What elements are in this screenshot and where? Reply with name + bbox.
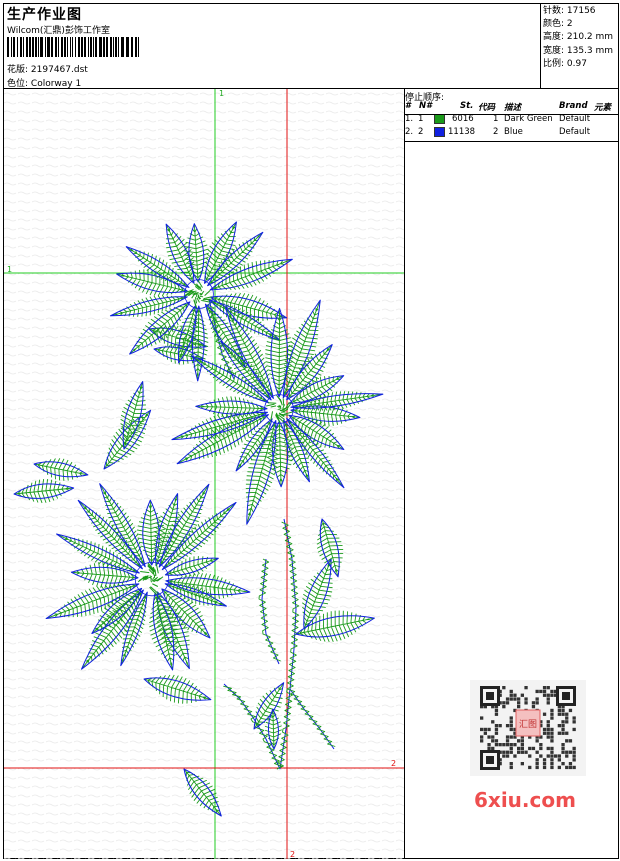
table-header-row: # N# St. 代码 描述 Brand 元素 bbox=[404, 101, 619, 114]
table-header-separator bbox=[404, 114, 619, 115]
row-desc: Dark Green bbox=[504, 114, 553, 124]
table-row: 2. 2 11138 2 Blue Default bbox=[404, 127, 619, 140]
guide-label-red-right: 2 bbox=[391, 759, 396, 768]
row-code: 2 bbox=[493, 127, 499, 137]
row-n: 1 bbox=[418, 114, 424, 124]
colorway-value: Colorway 1 bbox=[30, 79, 82, 89]
guide-label-green-left: 1 bbox=[7, 265, 12, 274]
table-row: 1. 1 6016 1 Dark Green Default bbox=[404, 114, 619, 127]
row-stitches: 11138 bbox=[448, 127, 476, 137]
stop-sequence-table: # N# St. 代码 描述 Brand 元素 1. 1 6016 1 Dark… bbox=[404, 101, 619, 140]
stats-panel: 针数: 17156 颜色: 2 高度: 210.2 mm 宽度: 135.3 m… bbox=[543, 5, 613, 71]
stat-height: 高度: 210.2 mm bbox=[543, 32, 614, 43]
col-header-stitches: St. bbox=[460, 101, 474, 111]
guide-label-green-top: 1 bbox=[219, 89, 224, 98]
row-index: 1. bbox=[405, 114, 414, 124]
color-swatch-blue bbox=[434, 127, 445, 137]
col-header-brand: Brand bbox=[559, 101, 588, 111]
row-brand: Default bbox=[559, 114, 591, 124]
barcode bbox=[7, 37, 139, 57]
col-header-n: N# bbox=[419, 101, 433, 111]
stat-width: 宽度: 135.3 mm bbox=[543, 45, 614, 56]
row-swatch bbox=[434, 127, 445, 140]
row-swatch bbox=[434, 114, 445, 127]
stat-stitches: 针数: 17156 bbox=[543, 6, 596, 16]
colorway-line: 色位: Colorway 1 bbox=[7, 76, 81, 89]
guide-label-red-bottom: 2 bbox=[290, 850, 295, 859]
stamp-text: 汇图 bbox=[519, 719, 537, 730]
color-swatch-green bbox=[434, 114, 445, 124]
row-brand: Default bbox=[559, 127, 591, 137]
stat-scale: 比例: 0.97 bbox=[543, 58, 587, 69]
sheet-title: 生产作业图 bbox=[7, 7, 82, 23]
stat-colors: 颜色: 2 bbox=[543, 19, 573, 30]
row-code: 1 bbox=[493, 114, 499, 124]
panel-divider bbox=[404, 89, 405, 859]
col-header-desc: 描述 bbox=[504, 103, 522, 113]
colorway-label: 色位: bbox=[7, 79, 29, 89]
col-header-code: 代码 bbox=[478, 103, 496, 113]
canvas-texture bbox=[4, 89, 404, 859]
row-n: 2 bbox=[418, 127, 424, 137]
col-header-element: 元素 bbox=[594, 103, 612, 113]
embroidery-canvas: 1 1 2 2 bbox=[4, 89, 404, 859]
col-header-index: # bbox=[405, 101, 411, 111]
watermark-text: 6xiu.com bbox=[474, 788, 576, 812]
qr-code-watermark: 汇图 bbox=[470, 680, 586, 776]
design-label: 花版: bbox=[7, 65, 29, 75]
table-bottom-separator bbox=[404, 141, 619, 142]
stats-divider bbox=[540, 3, 541, 89]
design-file-line: 花版: 2197467.dst bbox=[7, 62, 88, 75]
studio-name: Wilcom(汇鼎)彭饰工作室 bbox=[7, 26, 110, 36]
row-desc: Blue bbox=[504, 127, 523, 137]
design-value: 2197467.dst bbox=[30, 65, 88, 75]
row-index: 2. bbox=[405, 127, 414, 137]
row-stitches: 6016 bbox=[452, 114, 474, 124]
